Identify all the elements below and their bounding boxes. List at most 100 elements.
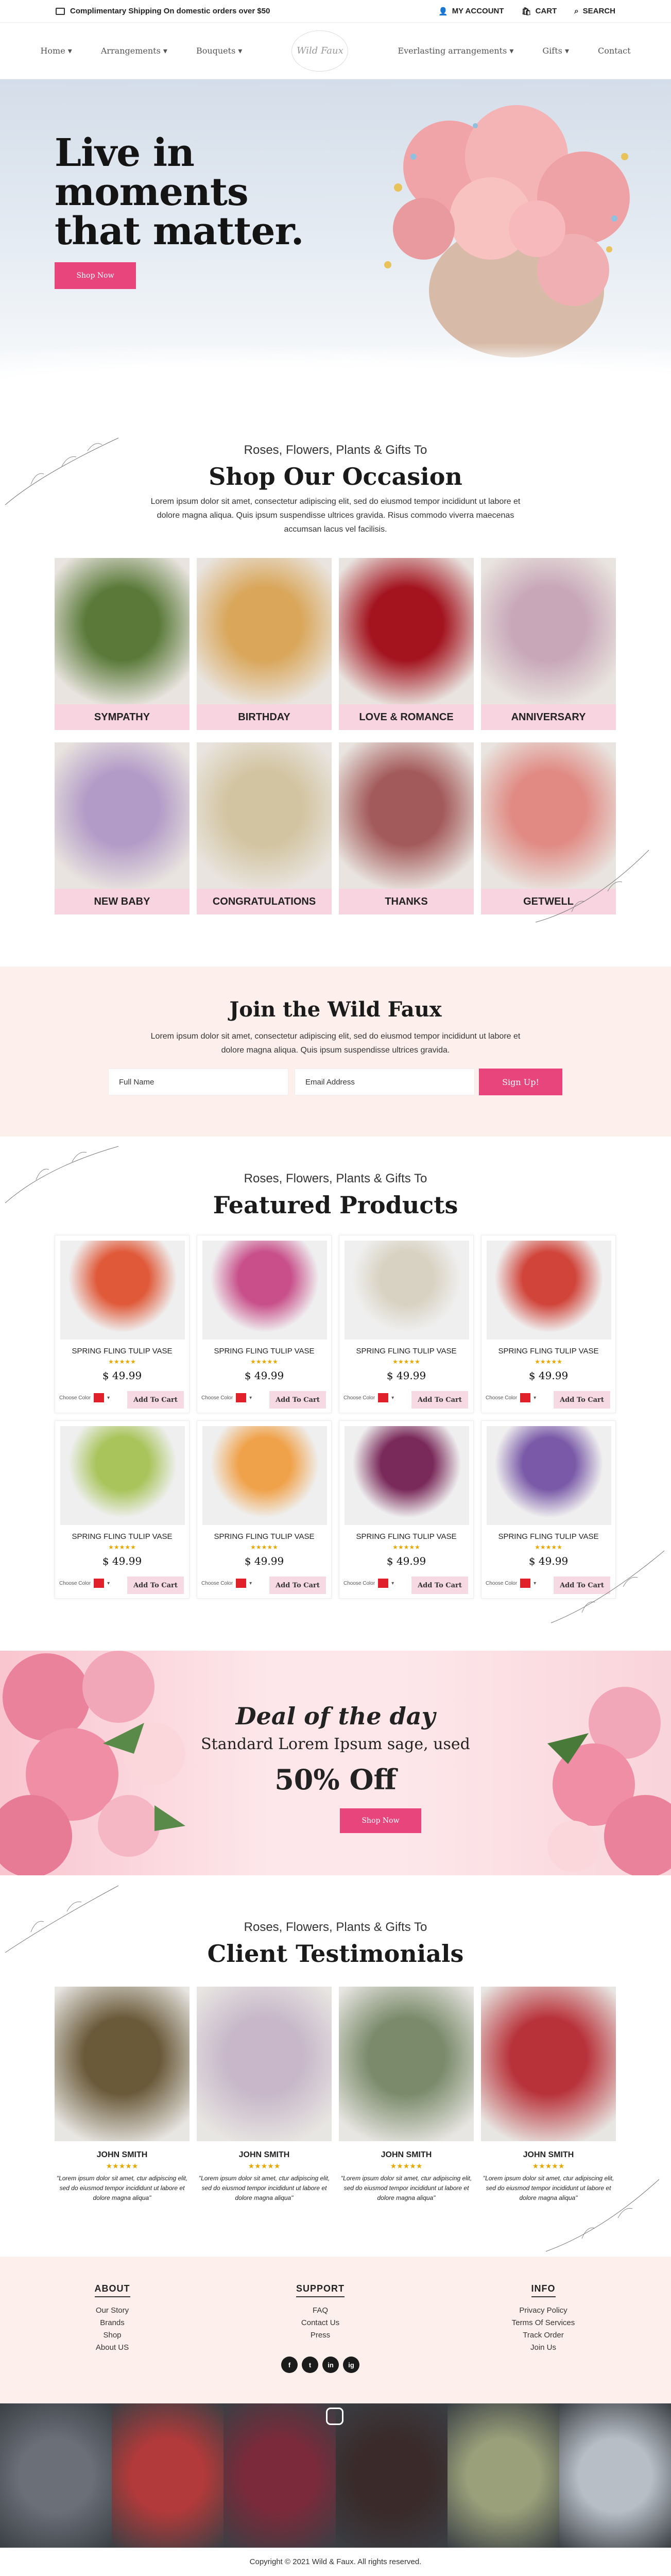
product-name[interactable]: SPRING FLING TULIP VASE xyxy=(481,1532,615,1541)
footer-link[interactable]: Terms Of Services xyxy=(481,2317,605,2329)
deal-shop-now-button[interactable]: Shop Now xyxy=(340,1808,421,1833)
add-to-cart-button[interactable]: Add To Cart xyxy=(269,1577,326,1594)
occasion-card[interactable]: THANKS xyxy=(339,742,474,914)
occasion-label: SYMPATHY xyxy=(55,704,190,730)
search-link[interactable]: ⌕ SEARCH xyxy=(574,7,615,16)
instagram-photo[interactable] xyxy=(223,2403,336,2548)
product-image[interactable] xyxy=(60,1426,185,1525)
color-selector[interactable]: Choose Color ▾ xyxy=(59,1393,110,1402)
facebook-icon[interactable]: f xyxy=(281,2357,298,2373)
product-image[interactable] xyxy=(345,1241,469,1340)
occasion-card[interactable]: NEW BABY xyxy=(55,742,190,914)
product-card[interactable]: SPRING FLING TULIP VASE ★★★★★ $ 49.99 Choos… xyxy=(481,1235,616,1413)
color-swatch[interactable] xyxy=(236,1579,247,1588)
sign-up-button[interactable]: Sign Up! xyxy=(479,1069,562,1095)
product-image[interactable] xyxy=(487,1241,611,1340)
instagram-photo[interactable] xyxy=(112,2403,224,2548)
product-image[interactable] xyxy=(60,1241,185,1340)
add-to-cart-button[interactable]: Add To Cart xyxy=(269,1391,326,1409)
add-to-cart-button[interactable]: Add To Cart xyxy=(127,1391,184,1409)
add-to-cart-button[interactable]: Add To Cart xyxy=(554,1391,610,1409)
instagram-photo[interactable] xyxy=(335,2403,448,2548)
product-image[interactable] xyxy=(202,1241,327,1340)
chevron-down-icon[interactable]: ▾ xyxy=(534,1581,536,1586)
full-name-input[interactable]: Full Name xyxy=(108,1069,288,1095)
color-selector[interactable]: Choose Color ▾ xyxy=(343,1579,394,1588)
product-card[interactable]: SPRING FLING TULIP VASE ★★★★★ $ 49.99 Choos… xyxy=(55,1235,190,1413)
chevron-down-icon[interactable]: ▾ xyxy=(391,1581,394,1586)
footer-link[interactable]: Press xyxy=(259,2329,382,2342)
chevron-down-icon[interactable]: ▾ xyxy=(107,1581,110,1586)
nav-gifts[interactable]: Gifts ▾ xyxy=(537,46,574,56)
nav-everlasting[interactable]: Everlasting arrangements ▾ xyxy=(392,46,519,56)
product-card[interactable]: SPRING FLING TULIP VASE ★★★★★ $ 49.99 Choos… xyxy=(339,1235,474,1413)
nav-contact[interactable]: Contact xyxy=(593,46,636,56)
footer-link[interactable]: Join Us xyxy=(481,2342,605,2354)
add-to-cart-button[interactable]: Add To Cart xyxy=(127,1577,184,1594)
instagram-overlay-icon[interactable] xyxy=(326,2408,343,2425)
twitter-icon[interactable]: t xyxy=(302,2357,318,2373)
product-card[interactable]: SPRING FLING TULIP VASE ★★★★★ $ 49.99 Choos… xyxy=(55,1420,190,1599)
color-swatch[interactable] xyxy=(378,1579,389,1588)
cart-link[interactable]: 🛍 CART xyxy=(522,7,557,16)
occasion-image xyxy=(55,742,190,889)
nav-arrangements[interactable]: Arrangements ▾ xyxy=(96,46,173,56)
footer-link[interactable]: Contact Us xyxy=(259,2317,382,2329)
product-image[interactable] xyxy=(202,1426,327,1525)
chevron-down-icon[interactable]: ▾ xyxy=(249,1395,252,1401)
color-selector[interactable]: Choose Color ▾ xyxy=(343,1393,394,1402)
add-to-cart-button[interactable]: Add To Cart xyxy=(411,1391,468,1409)
color-selector[interactable]: Choose Color ▾ xyxy=(486,1393,536,1402)
chevron-down-icon[interactable]: ▾ xyxy=(391,1395,394,1401)
footer-link[interactable]: About US xyxy=(50,2342,174,2354)
product-name[interactable]: SPRING FLING TULIP VASE xyxy=(197,1347,331,1355)
product-card[interactable]: SPRING FLING TULIP VASE ★★★★★ $ 49.99 Choos… xyxy=(197,1420,332,1599)
footer-link[interactable]: Shop xyxy=(50,2329,174,2342)
email-input[interactable]: Email Address xyxy=(295,1069,475,1095)
color-swatch[interactable] xyxy=(94,1579,105,1588)
product-name[interactable]: SPRING FLING TULIP VASE xyxy=(55,1347,189,1355)
add-to-cart-button[interactable]: Add To Cart xyxy=(411,1577,468,1594)
color-swatch[interactable] xyxy=(520,1579,531,1588)
color-swatch[interactable] xyxy=(94,1393,105,1402)
footer-link[interactable]: Privacy Policy xyxy=(481,2304,605,2317)
color-swatch[interactable] xyxy=(236,1393,247,1402)
product-name[interactable]: SPRING FLING TULIP VASE xyxy=(339,1532,473,1541)
occasion-card[interactable]: BIRTHDAY xyxy=(197,558,332,730)
product-name[interactable]: SPRING FLING TULIP VASE xyxy=(55,1532,189,1541)
chevron-down-icon[interactable]: ▾ xyxy=(107,1395,110,1401)
footer-link[interactable]: FAQ xyxy=(259,2304,382,2317)
color-selector[interactable]: Choose Color ▾ xyxy=(486,1579,536,1588)
product-name[interactable]: SPRING FLING TULIP VASE xyxy=(481,1347,615,1355)
instagram-icon[interactable]: ig xyxy=(343,2357,359,2373)
account-link[interactable]: 👤 MY ACCOUNT xyxy=(438,7,504,16)
linkedin-icon[interactable]: in xyxy=(322,2357,339,2373)
occasion-card[interactable]: ANNIVERSARY xyxy=(481,558,616,730)
color-swatch[interactable] xyxy=(378,1393,389,1402)
chevron-down-icon[interactable]: ▾ xyxy=(534,1395,536,1401)
product-card[interactable]: SPRING FLING TULIP VASE ★★★★★ $ 49.99 Choos… xyxy=(339,1420,474,1599)
color-selector[interactable]: Choose Color ▾ xyxy=(59,1579,110,1588)
instagram-photo[interactable] xyxy=(0,2403,112,2548)
product-name[interactable]: SPRING FLING TULIP VASE xyxy=(339,1347,473,1355)
color-selector[interactable]: Choose Color ▾ xyxy=(201,1393,252,1402)
nav-home[interactable]: Home ▾ xyxy=(35,46,77,56)
product-name[interactable]: SPRING FLING TULIP VASE xyxy=(197,1532,331,1541)
footer-link[interactable]: Our Story xyxy=(50,2304,174,2317)
footer-link[interactable]: Track Order xyxy=(481,2329,605,2342)
occasion-card[interactable]: LOVE & ROMANCE xyxy=(339,558,474,730)
nav-bouquets[interactable]: Bouquets ▾ xyxy=(191,46,247,56)
chevron-down-icon[interactable]: ▾ xyxy=(249,1581,252,1586)
color-swatch[interactable] xyxy=(520,1393,531,1402)
instagram-photo[interactable] xyxy=(559,2403,671,2548)
footer-link[interactable]: Brands xyxy=(50,2317,174,2329)
product-image[interactable] xyxy=(345,1426,469,1525)
product-card[interactable]: SPRING FLING TULIP VASE ★★★★★ $ 49.99 Choos… xyxy=(197,1235,332,1413)
product-image[interactable] xyxy=(487,1426,611,1525)
instagram-photo[interactable] xyxy=(447,2403,559,2548)
occasion-card[interactable]: CONGRATULATIONS xyxy=(197,742,332,914)
color-selector[interactable]: Choose Color ▾ xyxy=(201,1579,252,1588)
occasion-card[interactable]: SYMPATHY xyxy=(55,558,190,730)
hero-shop-now-button[interactable]: Shop Now xyxy=(55,262,136,289)
site-logo[interactable]: Wild Faux xyxy=(291,30,349,72)
